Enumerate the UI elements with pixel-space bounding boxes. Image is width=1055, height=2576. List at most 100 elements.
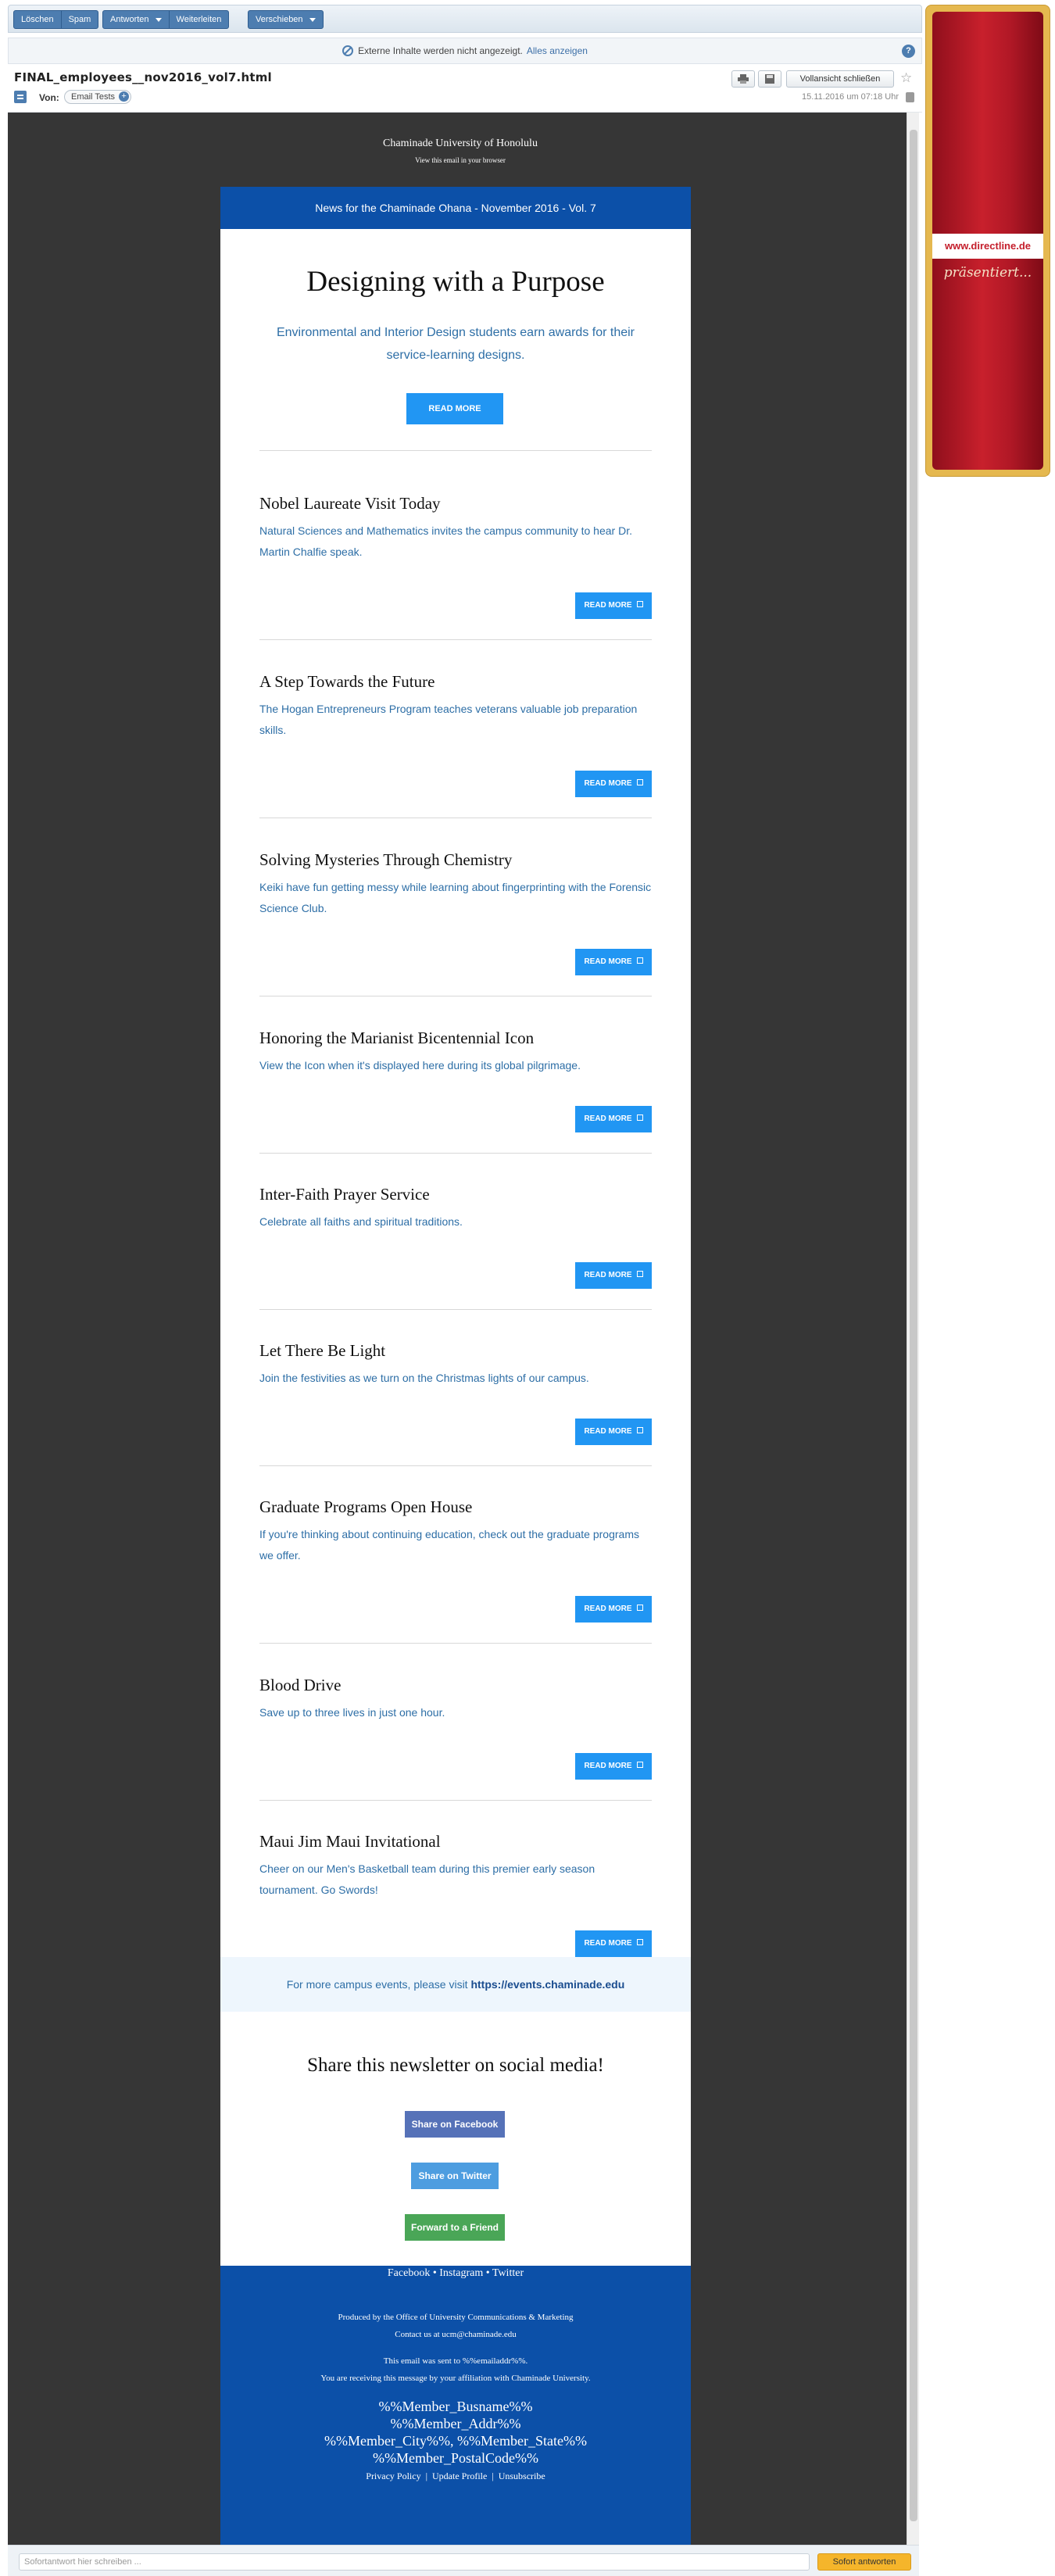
article-read-more-button[interactable]: READ MORE: [575, 771, 652, 797]
divider: [259, 1465, 652, 1466]
unsubscribe-link[interactable]: Unsubscribe: [499, 2470, 545, 2481]
article-description: Join the festivities as we turn on the C…: [259, 1372, 589, 1384]
quick-reply-button[interactable]: Sofort antworten: [817, 2553, 911, 2571]
article-title[interactable]: Nobel Laureate Visit Today: [259, 494, 441, 513]
privacy-policy-link[interactable]: Privacy Policy: [366, 2470, 420, 2481]
show-all-link[interactable]: Alles anzeigen: [527, 45, 588, 56]
events-link[interactable]: https://events.chaminade.edu: [470, 1978, 624, 1991]
forward-button[interactable]: Weiterleiten: [170, 11, 229, 28]
external-link-icon: [636, 1762, 643, 1769]
read-more-label: READ MORE: [584, 1939, 632, 1948]
article-title[interactable]: Maui Jim Maui Invitational: [259, 1832, 441, 1852]
divider: [259, 1309, 652, 1310]
help-icon[interactable]: ?: [902, 45, 915, 58]
external-link-icon: [636, 601, 643, 608]
article-description: Keiki have fun getting messy while learn…: [259, 881, 652, 914]
printer-icon: [738, 74, 749, 84]
article-read-more-button[interactable]: READ MORE: [575, 1596, 652, 1623]
footer-twitter-link[interactable]: Twitter: [492, 2267, 524, 2279]
article-description: Cheer on our Men's Basketball team durin…: [259, 1862, 595, 1896]
disk-icon: [765, 74, 774, 84]
article-description: The Hogan Entrepreneurs Program teaches …: [259, 703, 638, 736]
read-more-label: READ MORE: [584, 601, 632, 610]
article-read-more-button[interactable]: READ MORE: [575, 1419, 652, 1445]
email-body: Chaminade University of Honolulu View th…: [8, 113, 913, 2545]
footer-member-busname: %%Member_Busname%%: [378, 2399, 533, 2414]
ad-banner-inner: www.directline.de präsentiert...: [932, 12, 1043, 470]
footer-facebook-link[interactable]: Facebook: [388, 2267, 430, 2279]
message-header: FINAL_employees__nov2016_vol7.html Volla…: [8, 66, 922, 113]
footer-instagram-link[interactable]: Instagram: [439, 2267, 483, 2279]
read-more-label: READ MORE: [584, 1271, 632, 1279]
move-group: Verschieben: [248, 10, 324, 29]
forward-friend-button[interactable]: Forward to a Friend: [405, 2214, 505, 2241]
hero-subtitle: Environmental and Interior Design studen…: [276, 326, 635, 362]
article-description: Celebrate all faiths and spiritual tradi…: [259, 1215, 463, 1228]
from-sender-chip[interactable]: Email Tests +: [64, 90, 132, 104]
message-subject: FINAL_employees__nov2016_vol7.html: [14, 70, 272, 84]
external-link-icon: [636, 1605, 643, 1612]
ad-banner[interactable]: www.directline.de präsentiert...: [925, 5, 1050, 477]
article-read-more-button[interactable]: READ MORE: [575, 1262, 652, 1289]
message-list-icon[interactable]: [14, 91, 27, 103]
divider: [259, 639, 652, 640]
update-profile-link[interactable]: Update Profile: [432, 2470, 487, 2481]
newsletter-header: News for the Chaminade Ohana - November …: [220, 187, 691, 229]
article-read-more-button[interactable]: READ MORE: [575, 592, 652, 619]
divider: [259, 1153, 652, 1154]
delete-spam-group: Löschen Spam: [13, 10, 99, 29]
chevron-down-icon[interactable]: [155, 17, 162, 22]
article-description: View the Icon when it's displayed here d…: [259, 1059, 581, 1072]
reply-forward-group: Antworten Weiterleiten: [102, 10, 230, 29]
close-fullscreen-button[interactable]: Vollansicht schließen: [786, 70, 894, 88]
star-icon[interactable]: ☆: [900, 70, 912, 86]
scroll-thumb[interactable]: [910, 130, 917, 2521]
article-title[interactable]: Inter-Faith Prayer Service: [259, 1185, 430, 1204]
footer-sent-to: This email was sent to %%emailaddr%%.: [383, 2356, 528, 2366]
article-read-more-button[interactable]: READ MORE: [575, 1930, 652, 1957]
view-in-browser-link[interactable]: View this email in your browser: [8, 156, 913, 164]
blocked-icon: [342, 45, 354, 56]
external-link-icon: [636, 1114, 643, 1122]
article-title[interactable]: Honoring the Marianist Bicentennial Icon: [259, 1029, 534, 1048]
read-more-label: READ MORE: [584, 1427, 632, 1436]
article-read-more-button[interactable]: READ MORE: [575, 1753, 652, 1780]
share-twitter-button[interactable]: Share on Twitter: [411, 2163, 499, 2189]
email-scrollbar[interactable]: [907, 113, 919, 2545]
article-read-more-button[interactable]: READ MORE: [575, 1106, 652, 1132]
ad-tagline: präsentiert...: [943, 265, 1032, 281]
article-read-more-button[interactable]: READ MORE: [575, 949, 652, 975]
add-contact-icon[interactable]: +: [119, 91, 130, 102]
article-description: If you're thinking about continuing educ…: [259, 1528, 639, 1562]
external-link-icon: [636, 1427, 643, 1434]
from-label: Von:: [39, 92, 59, 103]
reply-button[interactable]: Antworten: [103, 11, 170, 28]
footer-produced-by: Produced by the Office of University Com…: [338, 2313, 574, 2322]
share-facebook-button[interactable]: Share on Facebook: [405, 2111, 505, 2138]
attachment-icon[interactable]: [906, 92, 914, 102]
footer-social-links: Facebook • Instagram • Twitter: [387, 2267, 524, 2279]
article-title[interactable]: Graduate Programs Open House: [259, 1497, 472, 1517]
article-title[interactable]: Blood Drive: [259, 1676, 341, 1695]
move-button[interactable]: Verschieben: [249, 11, 323, 28]
article-description: Natural Sciences and Mathematics invites…: [259, 524, 632, 558]
external-link-icon: [636, 1939, 643, 1946]
divider: [259, 1800, 652, 1801]
article-title[interactable]: A Step Towards the Future: [259, 672, 435, 692]
print-button[interactable]: [731, 70, 755, 88]
article-title[interactable]: Solving Mysteries Through Chemistry: [259, 850, 512, 870]
spam-button[interactable]: Spam: [62, 11, 98, 28]
footer-member-city-state: %%Member_City%%, %%Member_State%%: [324, 2433, 587, 2449]
delete-button[interactable]: Löschen: [14, 11, 62, 28]
quick-reply-bar: Sofortantwort hier schreiben ... Sofort …: [8, 2545, 919, 2576]
footer-member-postal: %%Member_PostalCode%%: [373, 2450, 538, 2466]
save-button[interactable]: [758, 70, 781, 88]
article-title[interactable]: Let There Be Light: [259, 1341, 385, 1361]
read-more-label: READ MORE: [584, 779, 632, 788]
from-sender-name: Email Tests: [71, 92, 116, 102]
divider: [259, 1643, 652, 1644]
quick-reply-input[interactable]: Sofortantwort hier schreiben ...: [19, 2553, 810, 2571]
hero-read-more-button[interactable]: READ MORE: [406, 393, 503, 424]
article-description: Save up to three lives in just one hour.: [259, 1706, 445, 1719]
ad-url[interactable]: www.directline.de: [932, 234, 1043, 259]
